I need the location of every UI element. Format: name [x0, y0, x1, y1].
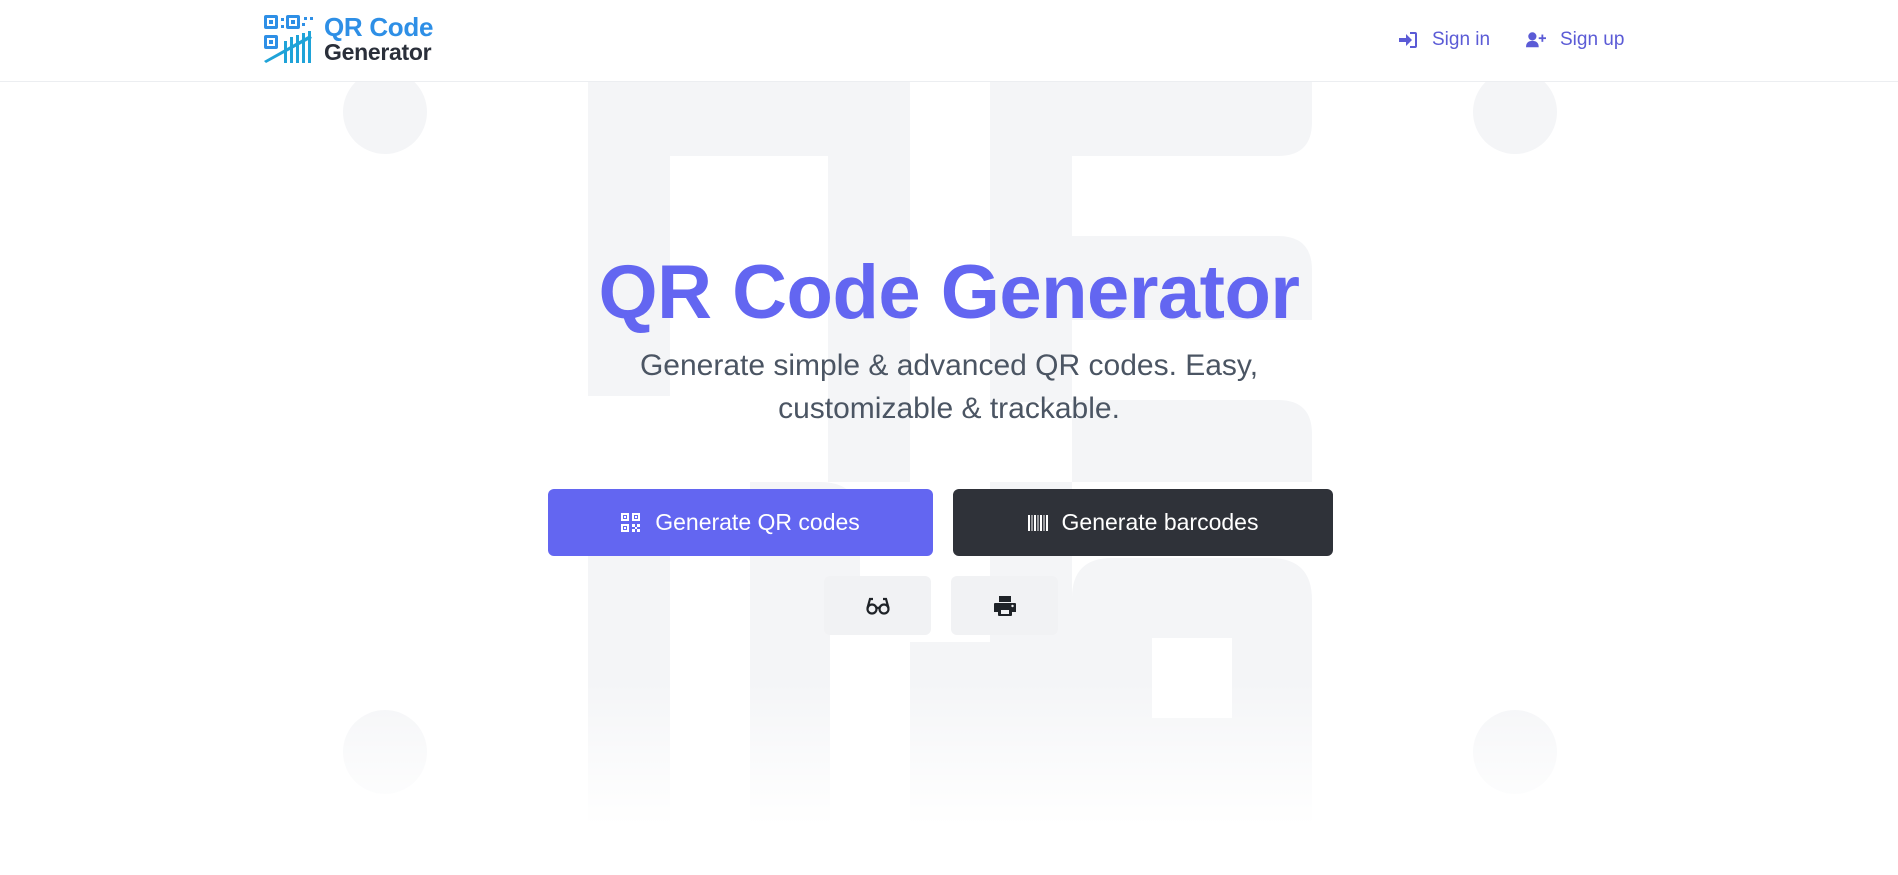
barcode-icon: [1027, 514, 1048, 531]
logo-subtitle: Generator: [324, 39, 432, 65]
accessibility-glasses-button[interactable]: [824, 576, 931, 635]
generate-qr-codes-label: Generate QR codes: [655, 509, 860, 535]
glasses-icon: [865, 597, 890, 615]
sign-up-link[interactable]: Sign up: [1526, 26, 1624, 54]
sign-in-link[interactable]: Sign in: [1398, 26, 1490, 54]
hero-title: QR Code Generator: [598, 250, 1300, 335]
site-logo[interactable]: QR Code Generator: [264, 14, 433, 64]
generate-barcodes-button[interactable]: Generate barcodes: [953, 489, 1333, 556]
sign-up-label: Sign up: [1560, 29, 1625, 50]
logo-title: QR Code: [324, 12, 434, 42]
user-plus-icon: [1526, 32, 1546, 48]
sign-in-label: Sign in: [1432, 29, 1491, 50]
print-icon: [993, 595, 1016, 616]
qr-logo-icon: [264, 15, 313, 63]
site-header: QR Code Generator Sign in Sign up: [0, 0, 1898, 82]
sign-in-icon: [1399, 32, 1417, 48]
background-fade: [0, 680, 1898, 875]
background-qr-art: [343, 82, 1557, 852]
hero-subtitle: Generate simple & advanced QR codes. Eas…: [639, 349, 1259, 425]
qrcode-icon: [621, 512, 641, 532]
print-button[interactable]: [951, 576, 1058, 635]
generate-barcodes-label: Generate barcodes: [1061, 509, 1259, 535]
generate-qr-codes-button[interactable]: Generate QR codes: [548, 489, 933, 556]
